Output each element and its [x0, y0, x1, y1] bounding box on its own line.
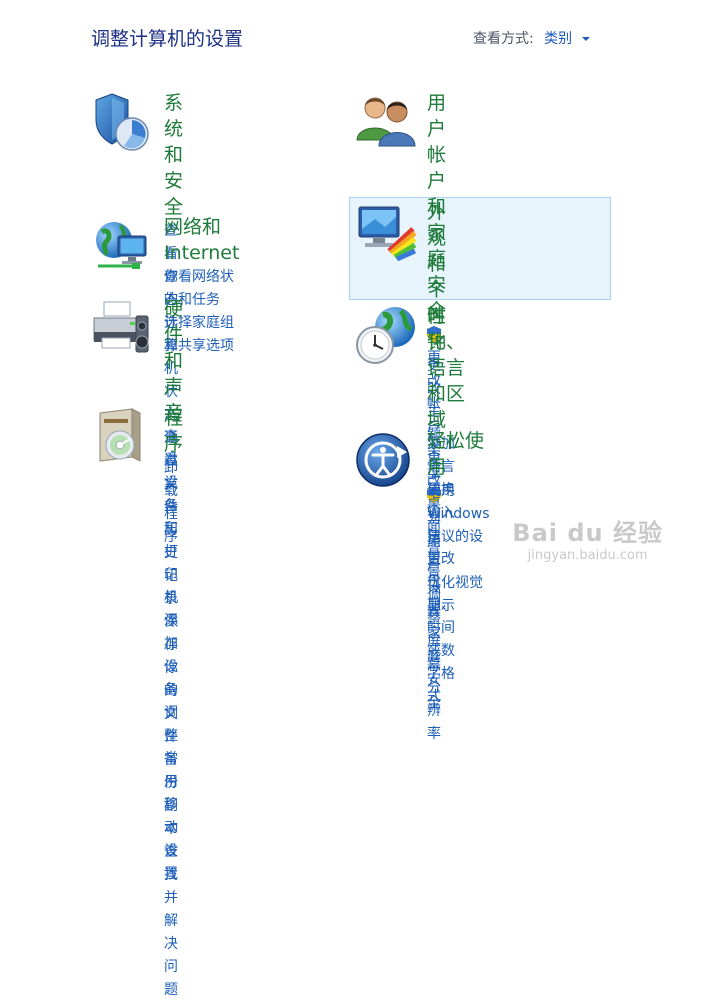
baidu-jingyan-watermark: Bai du 经验 jingyan.baidu.com — [512, 513, 663, 563]
view-by-label: 查看方式: — [473, 31, 534, 47]
link-uninstall-program[interactable]: 卸载程序 — [164, 457, 183, 549]
page-title: 调整计算机的设置 — [91, 28, 244, 50]
link-optimize-visual-display[interactable]: 优化视觉显示 — [427, 572, 490, 618]
users-icon[interactable] — [355, 90, 419, 154]
watermark-logo: Bai du 经验 — [512, 519, 663, 547]
category-title-system-security[interactable]: 系统和安全 — [164, 90, 183, 220]
appearance-icon[interactable] — [355, 199, 419, 263]
category-title-programs[interactable]: 程序 — [164, 405, 183, 457]
category-title-ease-of-access[interactable]: 轻松使用 — [427, 428, 490, 480]
ease-of-access-icon[interactable] — [355, 428, 419, 492]
category-title-clock-language-region[interactable]: 时钟、语言和区域 — [427, 303, 465, 433]
link-windows-suggestions[interactable]: 使用 Windows 建议的设 — [427, 480, 490, 549]
network-icon[interactable] — [92, 214, 156, 278]
link-change-date-time-format-cont[interactable]: 式 — [427, 686, 465, 709]
view-by-dropdown[interactable]: 类别 — [544, 31, 572, 47]
category-title-network-internet[interactable]: 网络和 Internet — [164, 214, 239, 266]
link-mobility-settings[interactable]: 调整常用移动设置 — [164, 702, 183, 886]
programs-icon[interactable] — [92, 405, 156, 469]
view-by: 查看方式: 类别 — [473, 28, 590, 48]
link-windows-suggestions-cont[interactable]: 置 — [427, 549, 490, 572]
clock-globe-icon[interactable] — [355, 303, 419, 367]
shield-icon[interactable] — [92, 90, 156, 154]
chevron-down-icon[interactable] — [581, 37, 590, 41]
link-add-device[interactable]: 添加设备 — [164, 610, 183, 702]
watermark-url: jingyan.baidu.com — [527, 548, 648, 563]
printer-icon[interactable] — [92, 296, 156, 360]
